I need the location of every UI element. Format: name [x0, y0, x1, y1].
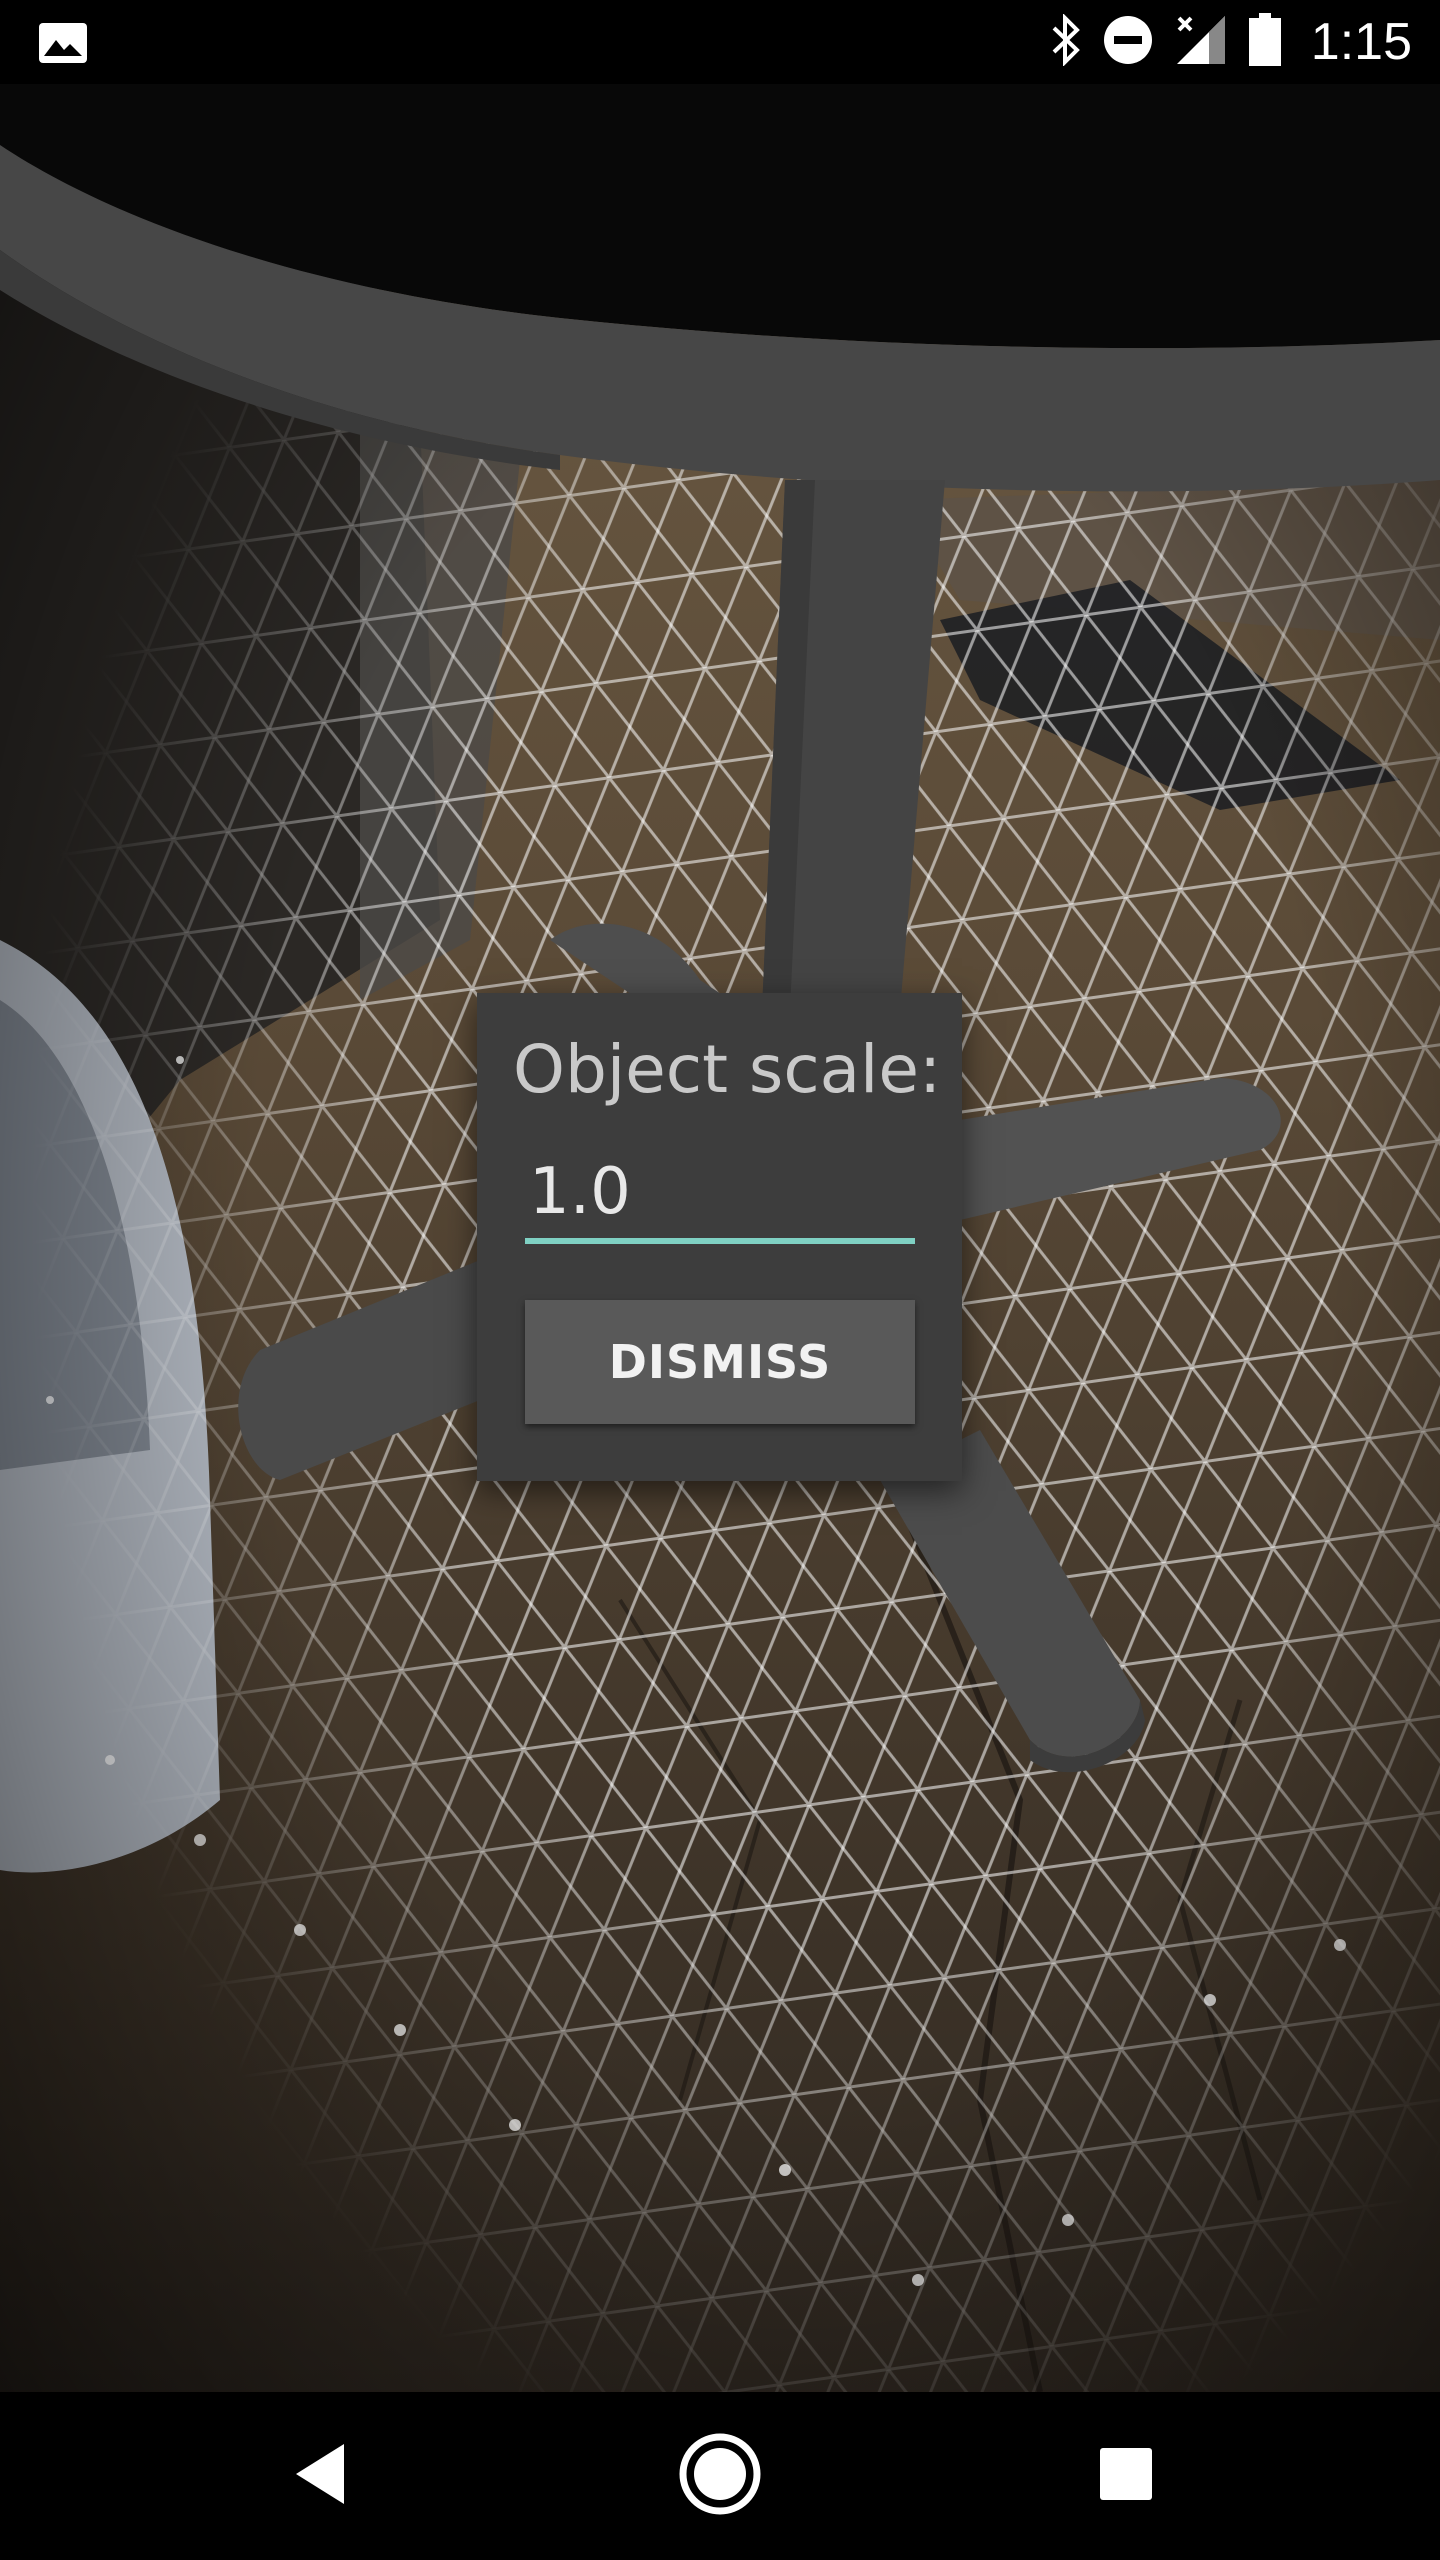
back-icon — [292, 2442, 348, 2510]
clock: 1:15 — [1310, 13, 1412, 71]
object-scale-dialog: Object scale: 1.0 DISMISS — [477, 993, 962, 1481]
recents-button[interactable] — [1066, 2392, 1186, 2560]
signal-icon — [1175, 14, 1227, 70]
home-button[interactable] — [660, 2392, 780, 2560]
back-button[interactable] — [260, 2392, 380, 2560]
status-bar: 1:15 — [0, 0, 1440, 84]
dismiss-button[interactable]: DISMISS — [525, 1300, 915, 1424]
image-icon — [38, 22, 88, 68]
dialog-title: Object scale: — [513, 1031, 942, 1108]
home-icon — [678, 2432, 762, 2520]
bluetooth-icon — [1051, 13, 1081, 70]
recents-icon — [1098, 2446, 1154, 2506]
do-not-disturb-icon — [1103, 15, 1153, 69]
battery-icon — [1248, 13, 1281, 71]
scale-input[interactable]: 1.0 — [525, 1148, 915, 1244]
navigation-bar — [0, 2392, 1440, 2560]
